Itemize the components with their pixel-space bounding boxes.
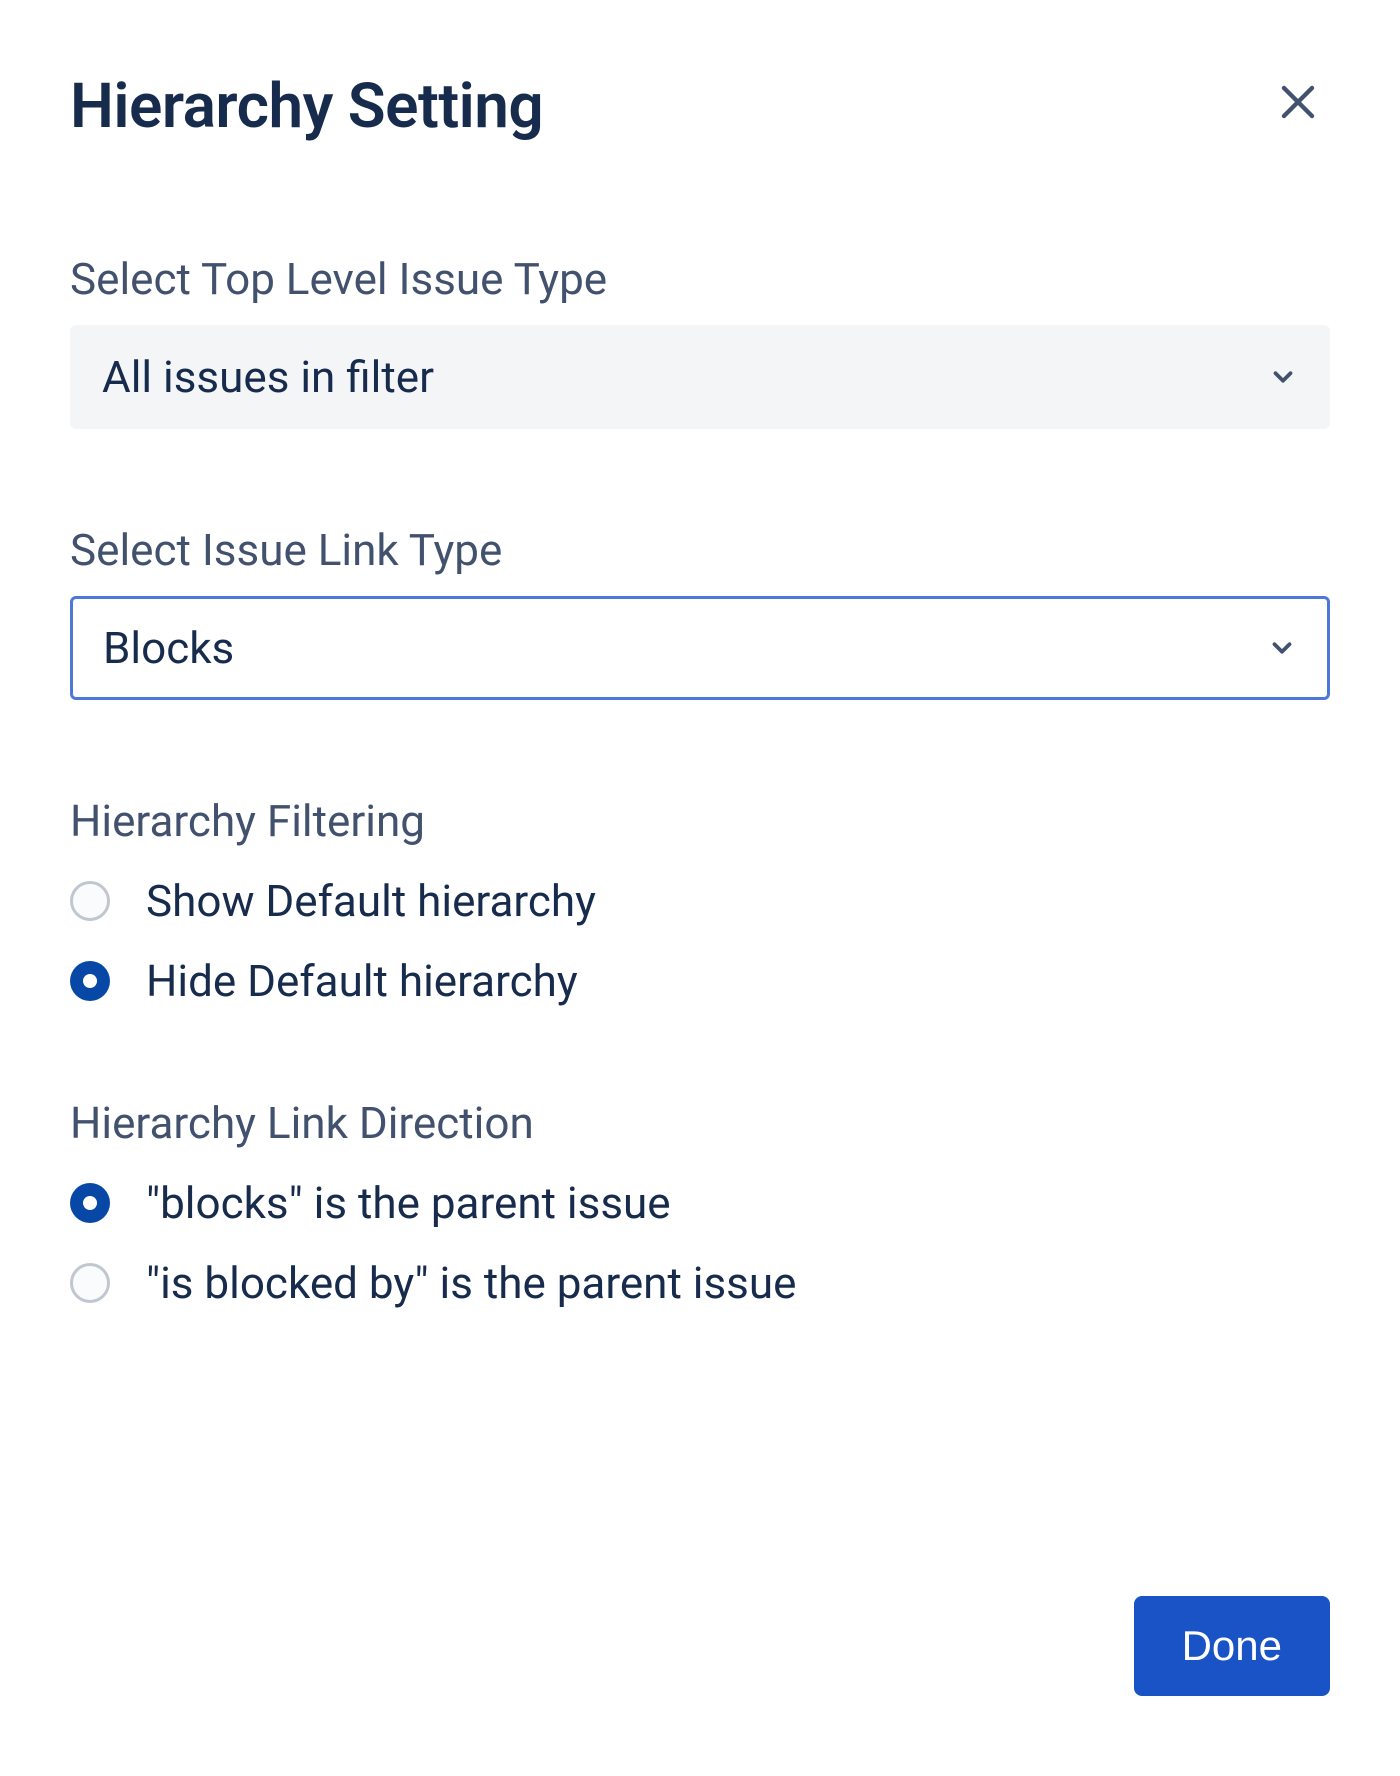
- dialog-title: Hierarchy Setting: [70, 70, 543, 143]
- top-level-issue-type-value: All issues in filter: [102, 351, 434, 403]
- radio-label: "blocks" is the parent issue: [146, 1177, 671, 1229]
- hierarchy-filtering-section: Hierarchy Filtering Show Default hierarc…: [70, 795, 1330, 1007]
- chevron-down-icon: [1268, 362, 1298, 392]
- radio-show-default-hierarchy[interactable]: Show Default hierarchy: [70, 875, 1330, 927]
- close-icon: [1274, 78, 1322, 126]
- radio-checked-icon: [70, 961, 110, 1001]
- radio-unchecked-icon: [70, 1263, 110, 1303]
- hierarchy-filtering-options: Show Default hierarchy Hide Default hier…: [70, 875, 1330, 1007]
- issue-link-type-select[interactable]: Blocks: [70, 596, 1330, 700]
- issue-link-type-label: Select Issue Link Type: [70, 524, 1330, 576]
- radio-label: Hide Default hierarchy: [146, 955, 578, 1007]
- radio-is-blocked-by-is-parent[interactable]: "is blocked by" is the parent issue: [70, 1257, 1330, 1309]
- chevron-down-icon: [1267, 633, 1297, 663]
- hierarchy-link-direction-heading: Hierarchy Link Direction: [70, 1097, 1330, 1149]
- issue-link-type-field: Select Issue Link Type Blocks: [70, 524, 1330, 700]
- close-button[interactable]: [1266, 70, 1330, 134]
- top-level-issue-type-select[interactable]: All issues in filter: [70, 325, 1330, 429]
- hierarchy-setting-dialog: Hierarchy Setting Select Top Level Issue…: [0, 0, 1400, 1776]
- radio-label: "is blocked by" is the parent issue: [146, 1257, 796, 1309]
- hierarchy-link-direction-section: Hierarchy Link Direction "blocks" is the…: [70, 1097, 1330, 1309]
- hierarchy-filtering-heading: Hierarchy Filtering: [70, 795, 1330, 847]
- done-button[interactable]: Done: [1134, 1596, 1330, 1696]
- radio-hide-default-hierarchy[interactable]: Hide Default hierarchy: [70, 955, 1330, 1007]
- issue-link-type-value: Blocks: [103, 622, 234, 674]
- dialog-footer: Done: [70, 1596, 1330, 1736]
- radio-checked-icon: [70, 1183, 110, 1223]
- top-level-issue-type-field: Select Top Level Issue Type All issues i…: [70, 253, 1330, 429]
- radio-blocks-is-parent[interactable]: "blocks" is the parent issue: [70, 1177, 1330, 1229]
- top-level-issue-type-label: Select Top Level Issue Type: [70, 253, 1330, 305]
- dialog-header: Hierarchy Setting: [70, 70, 1330, 143]
- radio-unchecked-icon: [70, 881, 110, 921]
- hierarchy-link-direction-options: "blocks" is the parent issue "is blocked…: [70, 1177, 1330, 1309]
- radio-label: Show Default hierarchy: [146, 875, 596, 927]
